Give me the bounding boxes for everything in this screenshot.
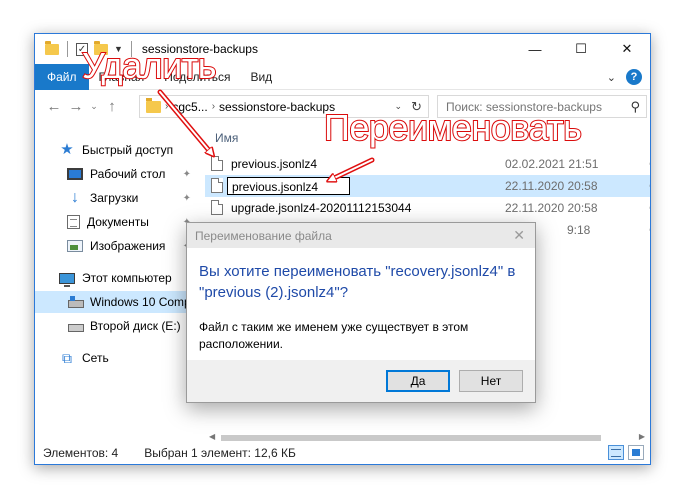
file-name: previous.jsonlz4 (231, 157, 318, 171)
desktop-icon (67, 168, 83, 180)
recent-locations-icon[interactable]: ⌄ (87, 101, 101, 112)
folder-icon (45, 40, 59, 55)
window-controls: — ☐ ✕ (512, 34, 650, 64)
up-icon[interactable]: ↑ (101, 98, 123, 115)
help-icon[interactable]: ? (626, 69, 642, 85)
file-icon (211, 200, 223, 215)
sidebar-item-documents[interactable]: Документы ✦ (35, 211, 201, 233)
column-header-name[interactable]: Имя (215, 131, 238, 145)
file-type: Файл " (649, 157, 650, 171)
minimize-button[interactable]: — (512, 34, 558, 64)
dialog-title-bar: Переименование файла ✕ (187, 223, 535, 248)
breadcrumb-item[interactable]: cgc5... (172, 100, 207, 114)
star-icon: ★ (60, 141, 74, 158)
breadcrumb-item-current[interactable]: sessionstore-backups (219, 100, 335, 114)
sidebar-item-label: Загрузки (90, 191, 139, 205)
sidebar-item-downloads[interactable]: ↓ Загрузки ✦ (35, 187, 201, 209)
details-view-icon[interactable] (608, 445, 624, 460)
scrollbar-thumb[interactable] (221, 435, 601, 441)
sidebar-item-quick-access[interactable]: ★ Быстрый доступ (35, 139, 201, 161)
pin-icon: ✦ (182, 168, 191, 180)
sidebar-item-windows-drive[interactable]: Windows 10 Comp (35, 291, 201, 313)
maximize-button[interactable]: ☐ (558, 34, 604, 64)
sidebar-item-label: Windows 10 Comp (90, 295, 191, 309)
ribbon-right: ⌄ ? (607, 69, 642, 85)
sidebar-item-label: Изображения (90, 239, 166, 253)
close-button[interactable]: ✕ (604, 34, 650, 64)
tab-view[interactable]: Вид (240, 70, 282, 84)
sidebar-item-pictures[interactable]: Изображения ✦ (35, 235, 201, 257)
back-icon[interactable]: ← (43, 98, 65, 115)
sidebar-item-label: Документы (87, 215, 149, 229)
file-type: Файл " (649, 223, 650, 237)
network-icon: ⧉ (62, 350, 72, 366)
pictures-icon (67, 240, 83, 252)
sidebar-item-desktop[interactable]: Рабочий стол ✦ (35, 163, 201, 185)
sidebar-item-this-pc[interactable]: Этот компьютер (35, 267, 201, 289)
file-icon (211, 156, 223, 171)
table-row-selected[interactable]: previous.jsonlz4 22.11.2020 20:58 Файл " (205, 175, 650, 197)
dialog-title: Переименование файла (195, 228, 332, 243)
item-count: Элементов: 4 (43, 446, 119, 460)
annotation-delete: Удалить (81, 45, 217, 86)
sidebar-item-label: Быстрый доступ (82, 143, 174, 157)
drive-icon (67, 319, 84, 333)
sidebar-item-label: Второй диск (E:) (90, 319, 181, 333)
expand-ribbon-icon[interactable]: ⌄ (607, 71, 616, 84)
status-bar: Элементов: 4 Выбран 1 элемент: 12,6 КБ (35, 442, 650, 464)
yes-button[interactable]: Да (386, 370, 450, 392)
file-date: 02.02.2021 21:51 (505, 157, 599, 171)
no-button[interactable]: Нет (459, 370, 523, 392)
file-type: Файл " (649, 201, 650, 215)
toolbar-separator (67, 41, 68, 57)
breadcrumb-chevron-icon[interactable]: › (165, 101, 168, 112)
forward-icon[interactable]: → (65, 98, 87, 115)
file-date: 22.11.2020 20:58 (505, 201, 598, 215)
annotation-rename: Переименовать (323, 107, 583, 148)
view-switcher (608, 445, 644, 460)
dialog-close-icon[interactable]: ✕ (513, 227, 525, 244)
dialog-footer: Да Нет (187, 360, 535, 402)
rename-dialog: Переименование файла ✕ Вы хотите переиме… (186, 222, 536, 403)
tab-file[interactable]: Файл (35, 63, 89, 90)
documents-icon (67, 215, 80, 229)
file-icon (211, 178, 223, 193)
large-icons-view-icon[interactable] (628, 445, 644, 460)
scroll-right-icon[interactable]: ▶ (639, 432, 645, 441)
dialog-message: Файл с таким же именем уже существует в … (199, 320, 469, 351)
drive-icon (67, 295, 84, 309)
sidebar-item-second-drive[interactable]: Второй диск (E:) (35, 315, 201, 337)
file-date: 22.11.2020 20:58 (505, 179, 598, 193)
sidebar-item-label: Сеть (82, 351, 109, 365)
breadcrumb-chevron-icon[interactable]: › (212, 101, 215, 112)
file-type: Файл " (649, 179, 650, 193)
table-row[interactable]: previous.jsonlz4 02.02.2021 21:51 Файл " (205, 153, 650, 175)
rename-input[interactable]: previous.jsonlz4 (227, 177, 350, 195)
folder-icon (146, 97, 161, 113)
dialog-question: Вы хотите переименовать "recovery.jsonlz… (199, 263, 516, 301)
navigation-pane: ★ Быстрый доступ Рабочий стол ✦ ↓ Загруз… (35, 131, 201, 441)
scroll-left-icon[interactable]: ◀ (209, 432, 215, 441)
selection-info: Выбран 1 элемент: 12,6 КБ (144, 446, 296, 460)
search-icon: ⚲ (630, 99, 640, 114)
sidebar-item-network[interactable]: ⧉ Сеть (35, 347, 201, 369)
pin-icon: ✦ (182, 192, 191, 204)
download-icon: ↓ (71, 189, 79, 206)
computer-icon (59, 272, 75, 287)
file-name: upgrade.jsonlz4-20201112153044 (231, 201, 412, 215)
file-date: 9:18 (567, 223, 591, 237)
sidebar-item-label: Этот компьютер (82, 271, 172, 285)
table-row[interactable]: upgrade.jsonlz4-20201112153044 22.11.202… (205, 197, 650, 219)
sidebar-item-label: Рабочий стол (90, 167, 166, 181)
